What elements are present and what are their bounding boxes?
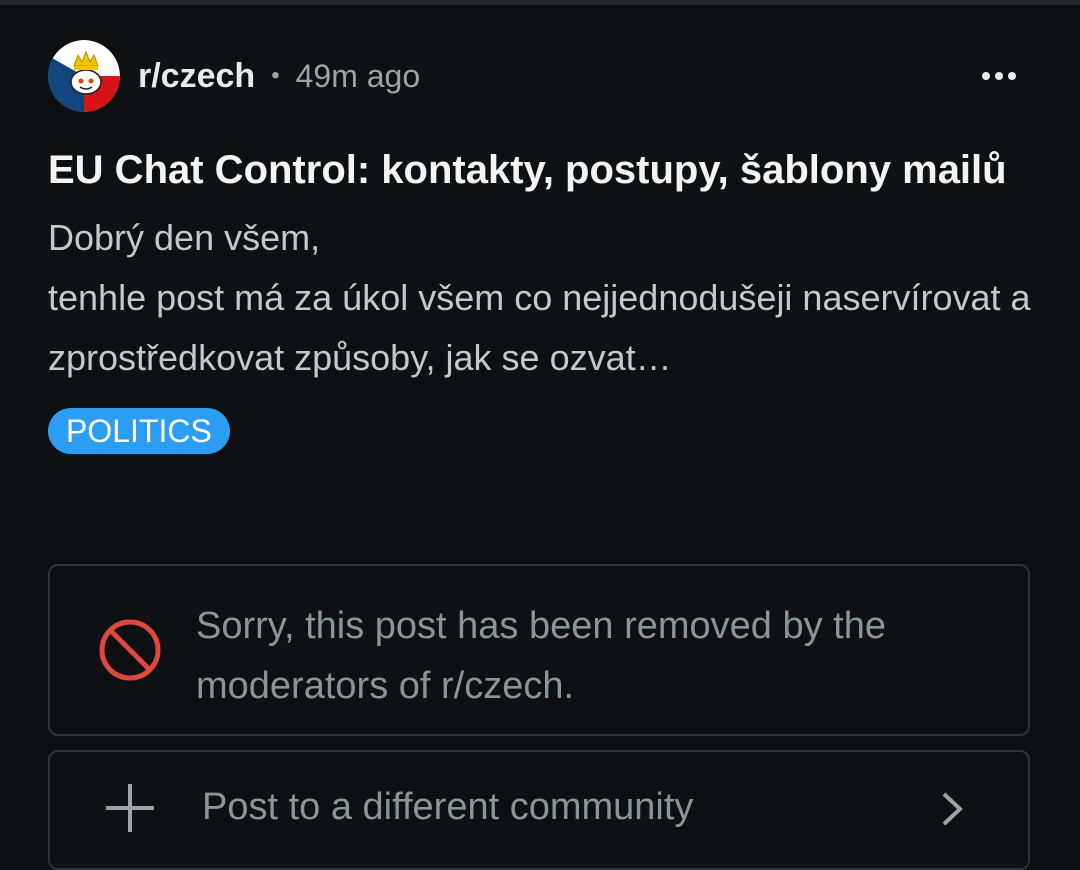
subreddit-name[interactable]: r/czech xyxy=(138,57,255,96)
subreddit-avatar[interactable] xyxy=(48,40,120,112)
more-dot-icon xyxy=(982,72,990,80)
plus-icon xyxy=(106,784,154,832)
post-body-preview[interactable]: Dobrý den všem, tenhle post má za úkol v… xyxy=(48,208,1038,388)
more-dot-icon xyxy=(1008,72,1016,80)
prohibited-icon xyxy=(99,619,161,681)
post-card[interactable]: r/czech • 49m ago EU Chat Control: konta… xyxy=(48,38,1032,454)
post-title[interactable]: EU Chat Control: kontakty, postupy, šabl… xyxy=(48,140,1008,200)
more-options-button[interactable] xyxy=(974,64,1024,88)
more-dot-icon xyxy=(995,72,1003,80)
post-flair[interactable]: POLITICS xyxy=(48,408,230,454)
chevron-right-icon xyxy=(942,792,963,826)
post-header: r/czech • 49m ago xyxy=(48,38,1032,114)
post-timestamp: 49m ago xyxy=(295,57,421,94)
top-divider xyxy=(0,0,1080,5)
removed-notice-text: Sorry, this post has been removed by the… xyxy=(196,605,886,707)
removed-notice: Sorry, this post has been removed by the… xyxy=(48,564,1030,736)
meta-separator: • xyxy=(271,62,280,89)
crosspost-label: Post to a different community xyxy=(202,786,694,828)
post-to-different-community-button[interactable]: Post to a different community xyxy=(48,750,1030,870)
